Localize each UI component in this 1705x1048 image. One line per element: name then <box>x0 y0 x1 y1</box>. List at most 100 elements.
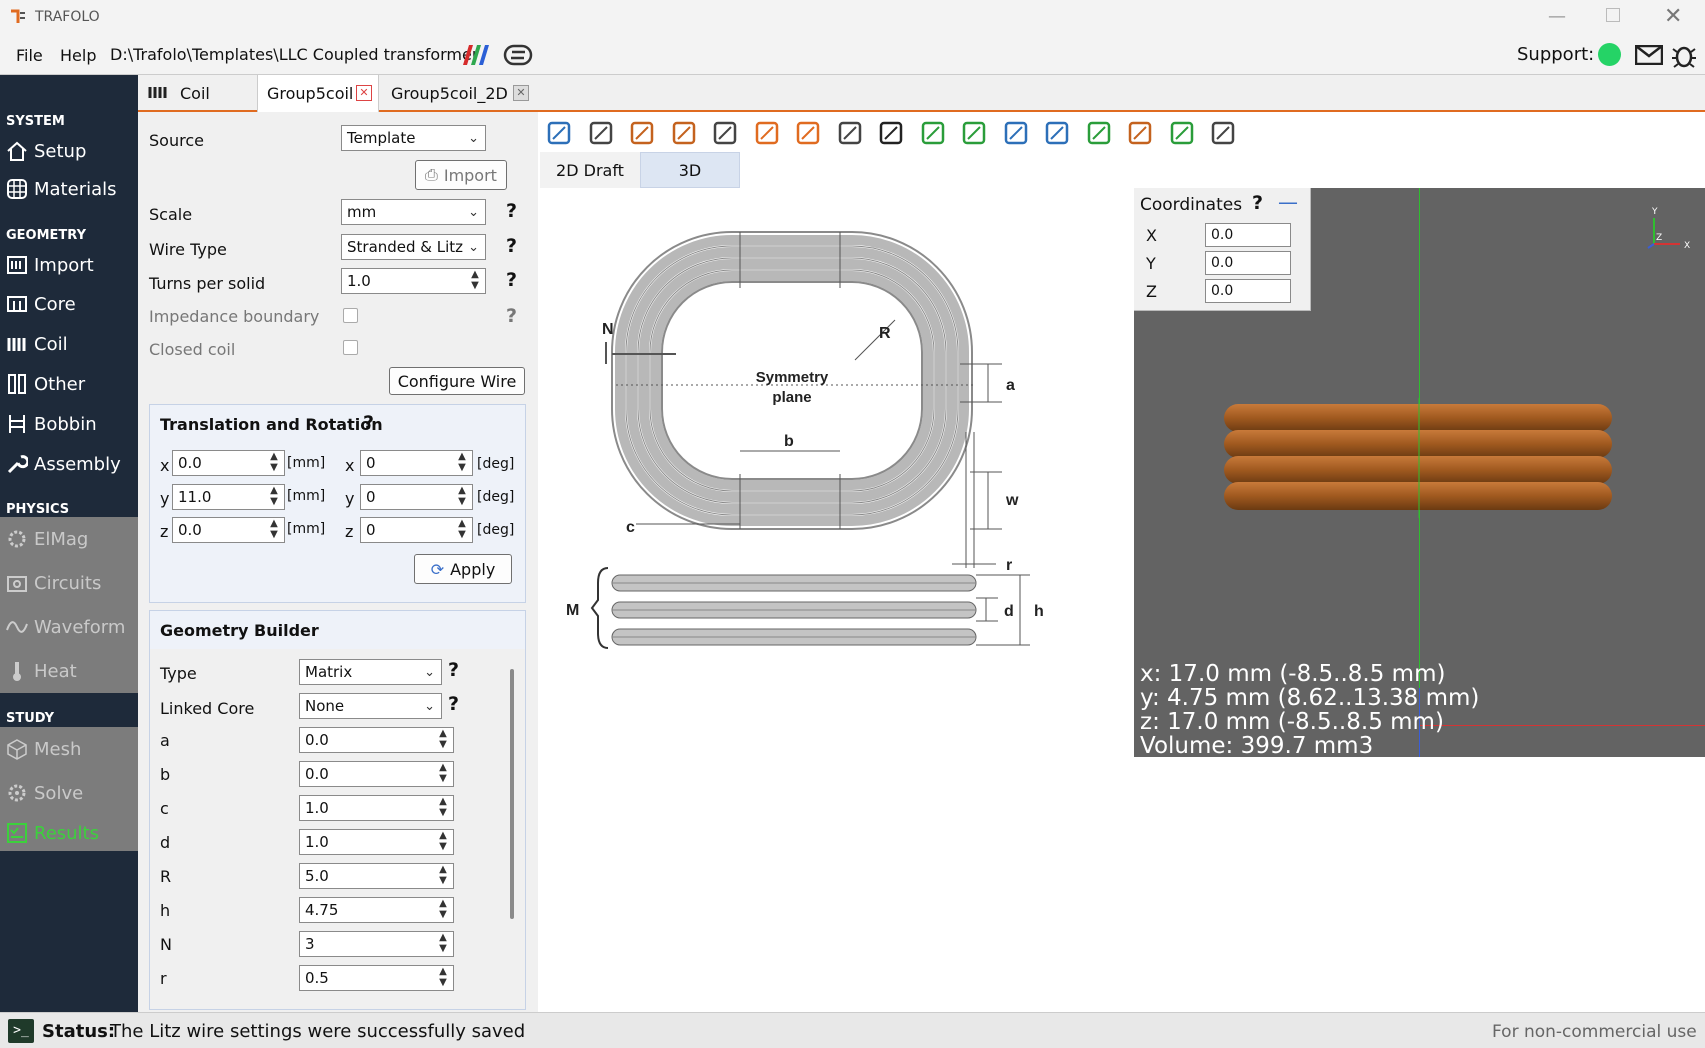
help-icon[interactable]: ? <box>448 659 459 681</box>
view-neg-z-icon[interactable] <box>1082 116 1116 150</box>
stepper-icon[interactable]: ▲ ▼ <box>266 518 282 542</box>
coord-z-input[interactable]: 0.0 <box>1205 279 1291 303</box>
sidebar-item-results[interactable]: Results <box>0 815 138 851</box>
tab-group5coil[interactable]: Group5coil ✕ <box>257 75 379 112</box>
render-icon[interactable] <box>1206 116 1240 150</box>
move-icon[interactable] <box>542 116 576 150</box>
tz-input[interactable]: 0.0 ▲ ▼ <box>172 517 285 543</box>
sidebar-item-bobbin[interactable]: Bobbin <box>0 405 138 443</box>
fit-view-icon[interactable] <box>1165 116 1199 150</box>
sidebar-item-other[interactable]: Other <box>0 365 138 403</box>
help-icon[interactable]: ? <box>506 200 517 222</box>
help-icon[interactable]: ? <box>506 235 517 257</box>
linked-core-select[interactable]: None ⌄ <box>299 693 442 719</box>
stepper-icon[interactable]: ▲ ▼ <box>435 932 451 956</box>
stepper-icon[interactable]: ▲ ▼ <box>435 864 451 888</box>
view-pos-x-icon[interactable] <box>957 116 991 150</box>
stepper-icon[interactable]: ▲ ▼ <box>435 762 451 786</box>
help-icon[interactable]: ? <box>363 412 374 434</box>
script-icon[interactable] <box>503 43 533 71</box>
scrollbar[interactable] <box>510 669 514 919</box>
sidebar-item-assembly[interactable]: Assembly <box>0 445 138 483</box>
stepper-icon[interactable]: ▲ ▼ <box>266 451 282 475</box>
split-icon[interactable] <box>667 116 701 150</box>
menu-help[interactable]: Help <box>60 46 96 65</box>
sidebar-item-core[interactable]: Core <box>0 285 138 323</box>
coord-x-input[interactable]: 0.0 <box>1205 223 1291 247</box>
drop-icon[interactable] <box>750 116 784 150</box>
rx-input[interactable]: 0 ▲ ▼ <box>360 450 473 476</box>
type-select[interactable]: Matrix ⌄ <box>299 659 442 685</box>
closed-coil-checkbox[interactable] <box>343 340 358 355</box>
mesh-box-icon[interactable] <box>584 116 618 150</box>
tab-3d[interactable]: 3D <box>640 152 740 188</box>
source-select[interactable]: Template ⌄ <box>341 125 486 151</box>
tab-group5coil-2d[interactable]: Group5coil_2D ✕ <box>380 75 535 112</box>
param-input[interactable]: 4.75 ▲ ▼ <box>299 897 454 923</box>
collapse-icon[interactable]: — <box>1278 190 1298 214</box>
stepper-icon[interactable]: ▲ ▼ <box>435 728 451 752</box>
coord-y-input[interactable]: 0.0 <box>1205 251 1291 275</box>
impedance-checkbox[interactable] <box>343 308 358 323</box>
turns-input[interactable]: 1.0 ▲ ▼ <box>341 268 486 294</box>
help-icon[interactable]: ? <box>1252 192 1263 214</box>
sidebar-item-elmag[interactable]: ElMag <box>0 517 138 561</box>
param-input[interactable]: 5.0 ▲ ▼ <box>299 863 454 889</box>
stepper-icon[interactable]: ▲ ▼ <box>454 485 470 509</box>
view-pos-y-icon[interactable] <box>1040 116 1074 150</box>
param-input[interactable]: 0.0 ▲ ▼ <box>299 761 454 787</box>
stepper-icon[interactable]: ▲ ▼ <box>454 451 470 475</box>
scale-select[interactable]: mm ⌄ <box>341 199 486 225</box>
sidebar-item-waveform[interactable]: Waveform <box>0 605 138 649</box>
stepper-icon[interactable]: ▲ ▼ <box>454 518 470 542</box>
param-input[interactable]: 1.0 ▲ ▼ <box>299 795 454 821</box>
apply-button[interactable]: ⟳ Apply <box>414 554 512 584</box>
view-neg-x-icon[interactable] <box>916 116 950 150</box>
whatsapp-icon[interactable] <box>1598 43 1621 66</box>
stepper-icon[interactable]: ▲ ▼ <box>467 269 483 293</box>
view-neg-y-icon[interactable] <box>999 116 1033 150</box>
param-input[interactable]: 1.0 ▲ ▼ <box>299 829 454 855</box>
help-icon[interactable]: ? <box>448 693 459 715</box>
configure-wire-button[interactable]: Configure Wire <box>389 367 525 395</box>
wire-type-select[interactable]: Stranded & Litz ⌄ <box>341 234 486 260</box>
tab-close-icon[interactable]: ✕ <box>513 85 529 101</box>
sidebar-item-solve[interactable]: Solve <box>0 771 138 815</box>
tab-2d-draft[interactable]: 2D Draft <box>540 152 640 188</box>
menu-file[interactable]: File <box>16 46 43 65</box>
stepper-icon[interactable]: ▲ ▼ <box>435 830 451 854</box>
rz-input[interactable]: 0 ▲ ▼ <box>360 517 473 543</box>
minimize-button[interactable]: — <box>1548 6 1566 27</box>
stepper-icon[interactable]: ▲ ▼ <box>435 796 451 820</box>
sidebar-item-materials[interactable]: Materials <box>0 170 138 208</box>
help-icon[interactable]: ? <box>506 305 517 327</box>
tab-close-icon[interactable]: ✕ <box>356 85 372 101</box>
stepper-icon[interactable]: ▲ ▼ <box>266 485 282 509</box>
close-button[interactable]: ✕ <box>1664 4 1682 29</box>
view-pos-z-icon[interactable] <box>1123 116 1157 150</box>
param-input[interactable]: 3 ▲ ▼ <box>299 931 454 957</box>
ty-input[interactable]: 11.0 ▲ ▼ <box>172 484 285 510</box>
square-icon[interactable] <box>791 116 825 150</box>
tab-coil[interactable]: Coil <box>148 75 248 112</box>
winding-icon[interactable] <box>625 116 659 150</box>
param-input[interactable]: 0.0 ▲ ▼ <box>299 727 454 753</box>
param-input[interactable]: 0.5 ▲ ▼ <box>299 965 454 991</box>
ry-input[interactable]: 0 ▲ ▼ <box>360 484 473 510</box>
cut-icon[interactable] <box>708 116 742 150</box>
stepper-icon[interactable]: ▲ ▼ <box>435 898 451 922</box>
sidebar-item-heat[interactable]: Heat <box>0 649 138 693</box>
maximize-button[interactable] <box>1606 8 1620 22</box>
cube-icon[interactable] <box>874 116 908 150</box>
import-button[interactable]: ⎙ Import <box>415 160 507 190</box>
bug-icon[interactable] <box>1672 42 1696 72</box>
stepper-icon[interactable]: ▲ ▼ <box>435 966 451 990</box>
tx-input[interactable]: 0.0 ▲ ▼ <box>172 450 285 476</box>
sidebar-item-circuits[interactable]: Circuits <box>0 561 138 605</box>
help-icon[interactable]: ? <box>506 269 517 291</box>
sidebar-item-import[interactable]: Import <box>0 246 138 284</box>
color-bars-icon[interactable] <box>459 43 489 71</box>
rotate-cube-icon[interactable] <box>833 116 867 150</box>
sidebar-item-setup[interactable]: Setup <box>0 132 138 170</box>
sidebar-item-coil[interactable]: Coil <box>0 325 138 363</box>
